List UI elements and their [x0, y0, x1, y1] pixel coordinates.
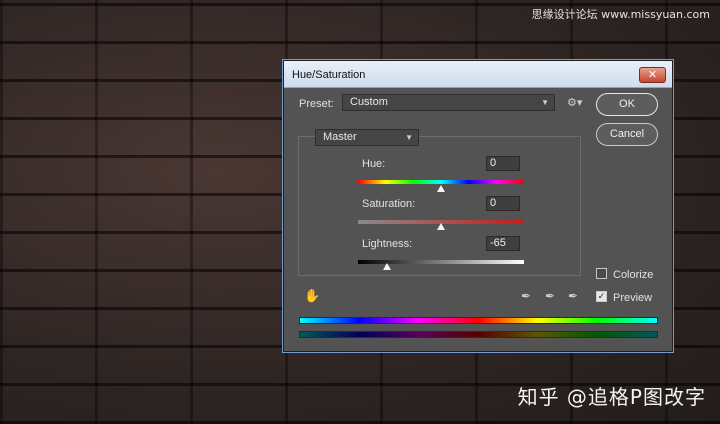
source-color-spectrum — [299, 317, 658, 324]
gear-icon[interactable]: ⚙▾ — [567, 96, 582, 109]
hue-label: Hue: — [362, 158, 386, 170]
hue-slider-track[interactable] — [358, 180, 524, 184]
chevron-down-icon: ▼ — [405, 133, 413, 142]
hand-target-icon[interactable]: ✋ — [304, 288, 320, 304]
chevron-down-icon: ▼ — [541, 98, 549, 107]
eyedropper-minus-icon[interactable]: ✒ — [568, 289, 578, 303]
watermark-top: 思缘设计论坛 www.missyuan.com — [531, 8, 710, 21]
adjustment-group — [298, 136, 581, 276]
lightness-input[interactable]: -65 — [486, 236, 520, 251]
watermark-bottom: 知乎 @追格P图改字 — [517, 385, 706, 409]
dialog-titlebar[interactable]: Hue/Saturation ✕ — [284, 61, 672, 88]
dialog-title: Hue/Saturation — [292, 69, 366, 81]
preview-checkbox[interactable]: ✓ — [596, 291, 607, 302]
cancel-button[interactable]: Cancel — [596, 123, 658, 146]
preset-label: Preset: — [299, 98, 334, 110]
result-color-spectrum — [299, 331, 658, 338]
lightness-slider-thumb[interactable] — [383, 263, 392, 270]
preview-label: Preview — [613, 292, 653, 304]
hue-slider-thumb[interactable] — [437, 185, 445, 192]
hue-input[interactable]: 0 — [486, 156, 520, 171]
preset-value: Custom — [350, 96, 388, 108]
hue-saturation-dialog: Hue/Saturation ✕ Preset: Custom ▼ ⚙▾ OK … — [283, 60, 673, 352]
close-button[interactable]: ✕ — [639, 67, 666, 83]
ok-button[interactable]: OK — [596, 93, 658, 116]
colorize-checkbox[interactable] — [596, 268, 607, 279]
channel-value: Master — [323, 131, 357, 143]
lightness-label: Lightness: — [362, 238, 413, 250]
channel-select[interactable]: Master ▼ — [315, 129, 419, 146]
eyedropper-plus-icon[interactable]: ✒ — [545, 289, 555, 303]
saturation-label: Saturation: — [362, 198, 416, 210]
colorize-label: Colorize — [613, 269, 654, 281]
eyedropper-icon[interactable]: ✒ — [521, 289, 531, 303]
preset-select[interactable]: Custom ▼ — [342, 94, 555, 111]
saturation-slider-thumb[interactable] — [437, 223, 445, 230]
saturation-input[interactable]: 0 — [486, 196, 520, 211]
